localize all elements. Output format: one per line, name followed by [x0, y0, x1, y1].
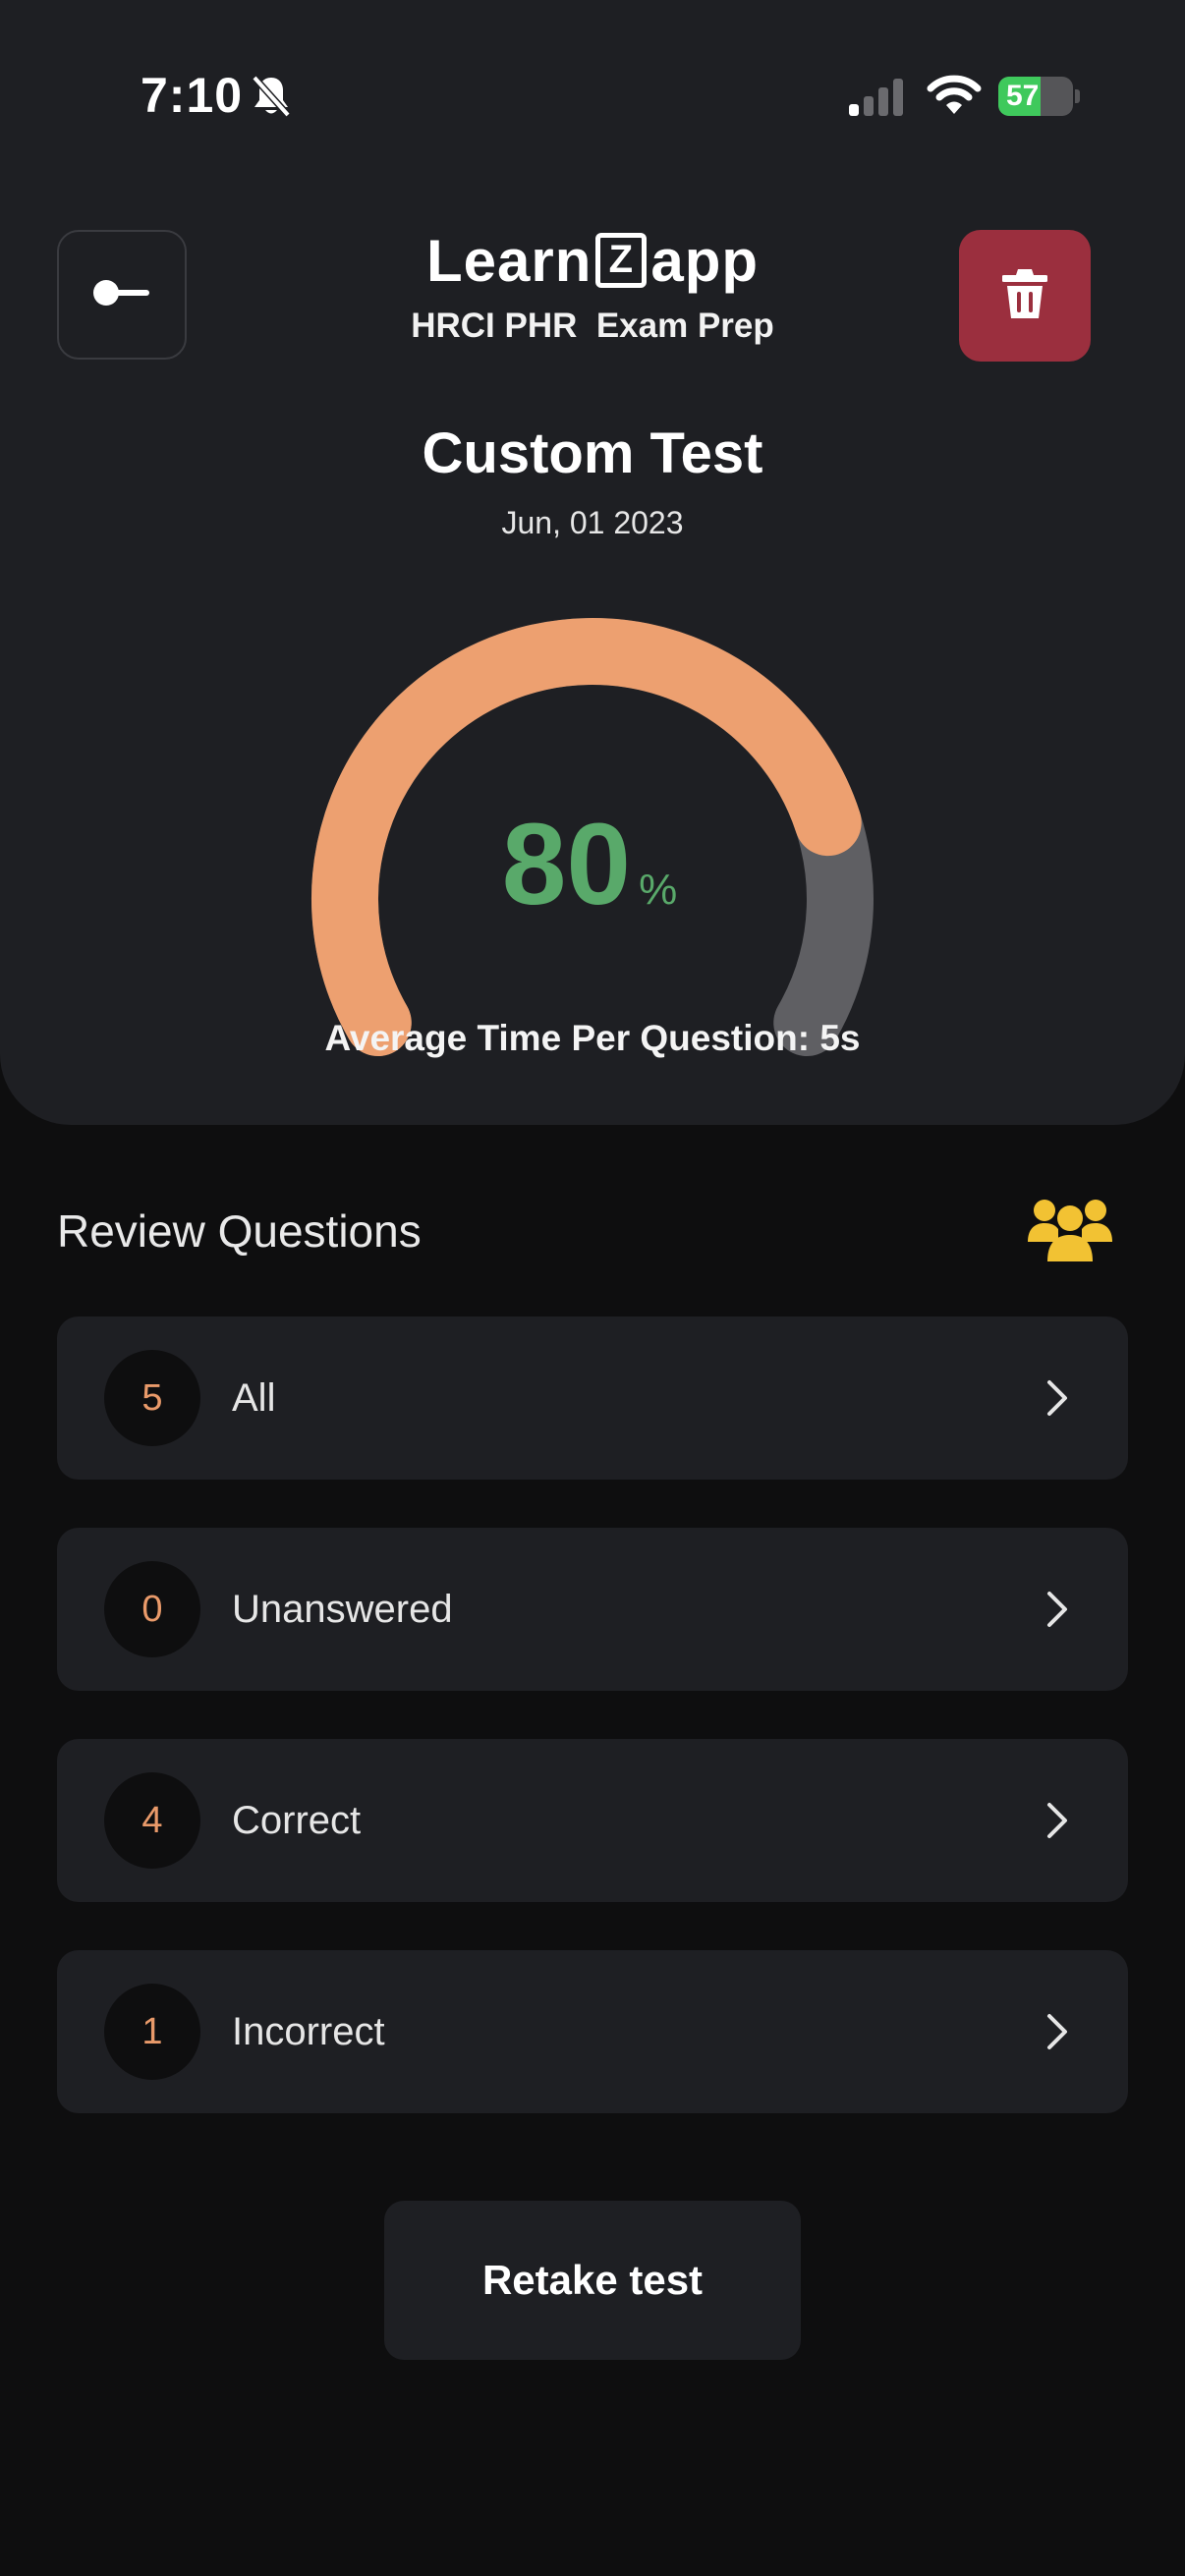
review-count: 1 [104, 1984, 200, 2080]
review-label: Correct [232, 1799, 362, 1842]
review-item-unanswered[interactable]: 0 Unanswered [57, 1528, 1128, 1691]
chevron-right-icon [1045, 2012, 1069, 2056]
score-value: 80 [501, 800, 632, 929]
review-label: All [232, 1376, 276, 1420]
review-count: 0 [104, 1561, 200, 1657]
review-count: 5 [104, 1350, 200, 1446]
review-item-incorrect[interactable]: 1 Incorrect [57, 1950, 1128, 2113]
review-count: 4 [104, 1772, 200, 1869]
review-label: Incorrect [232, 2010, 385, 2053]
score-unit: % [639, 866, 678, 914]
retake-test-button[interactable]: Retake test [384, 2201, 801, 2360]
review-item-correct[interactable]: 4 Correct [57, 1739, 1128, 1902]
score-gauge [311, 618, 874, 1056]
chevron-right-icon [1045, 1590, 1069, 1634]
review-label: Unanswered [232, 1588, 453, 1631]
group-icon[interactable] [1028, 1197, 1112, 1268]
average-time: Average Time Per Question: 5s [324, 1018, 861, 1058]
review-item-all[interactable]: 5 All [57, 1316, 1128, 1480]
score-display: 80% [393, 798, 786, 931]
chevron-right-icon [1045, 1378, 1069, 1423]
chevron-right-icon [1045, 1801, 1069, 1845]
review-questions-title: Review Questions [57, 1205, 422, 1257]
